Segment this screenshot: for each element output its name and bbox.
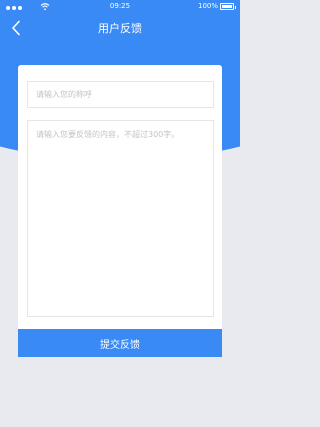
submit-feedback-button[interactable]: 提交反馈 (18, 329, 222, 357)
battery-percentage: 100% (197, 2, 218, 10)
status-bar: 09:25 100% (0, 0, 240, 14)
feedback-screen: 09:25 100% 用户反馈 提交反馈 (0, 0, 240, 427)
page-title: 用户反馈 (98, 22, 142, 35)
feedback-form-card (18, 65, 222, 329)
nickname-input[interactable] (27, 81, 214, 108)
battery-icon (220, 3, 236, 10)
nav-bar: 用户反馈 (0, 14, 240, 42)
feedback-content-textarea[interactable] (27, 120, 214, 317)
